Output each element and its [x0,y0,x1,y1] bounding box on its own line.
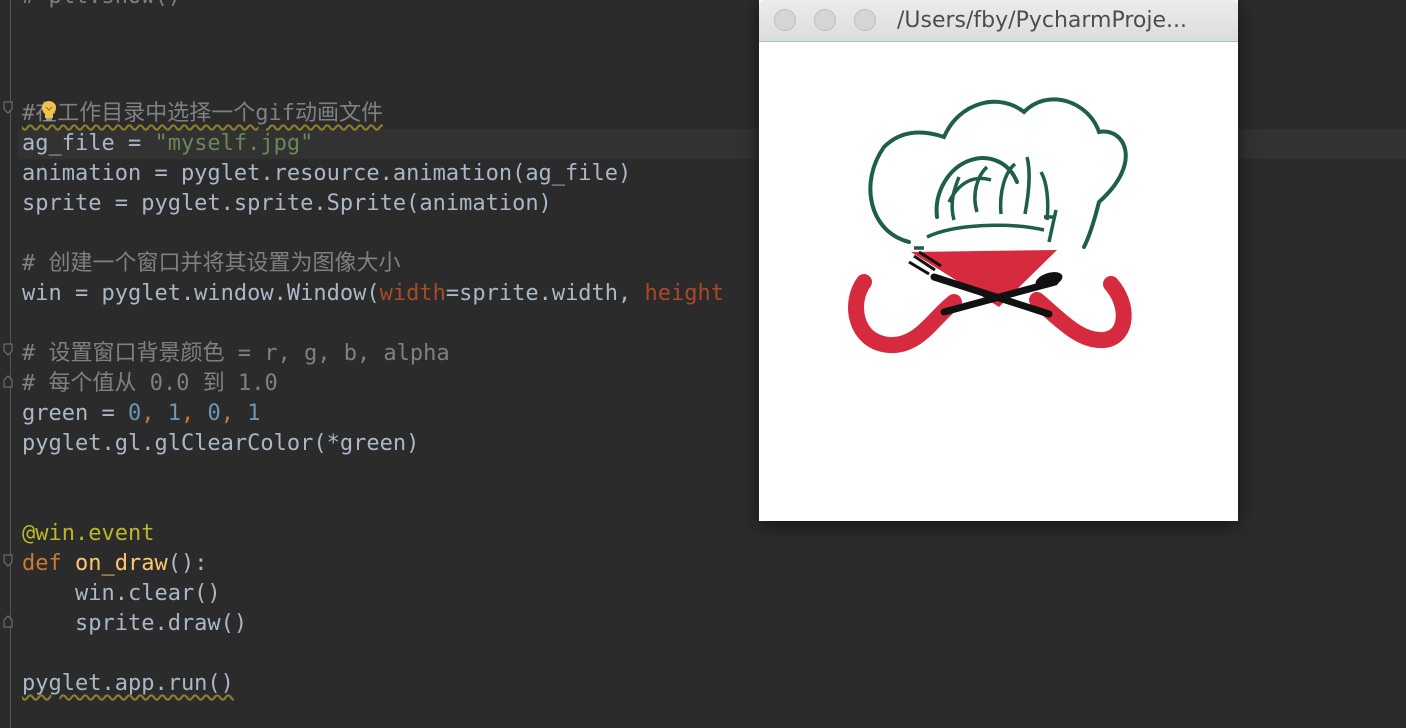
code-line[interactable]: # plt.show() [22,0,181,12]
fold-marker-icon[interactable] [3,101,13,115]
window-canvas[interactable] [759,42,1238,521]
number-literal: 1 [167,401,181,426]
keyword: def [22,551,75,576]
pyglet-window[interactable]: /Users/fby/PycharmProje... [759,0,1238,521]
code-line[interactable]: win.clear() [22,579,221,609]
fold-marker-icon[interactable] [3,343,13,357]
code-line[interactable]: def on_draw(): [22,549,207,579]
separator: , [180,401,208,426]
comment-text: # plt.show() [22,0,181,9]
code-line[interactable]: @win.event [22,519,154,549]
separator: , [141,401,168,426]
code-line[interactable]: ag_file = "myself.jpg" [22,129,313,159]
string-literal: "myself.jpg" [154,131,314,156]
code-line[interactable]: # 创建一个窗口并将其设置为图像大小 [22,249,401,279]
keyword-arg: height [644,281,725,306]
close-button[interactable] [774,9,796,31]
code-text: sprite = pyglet.sprite.Sprite(animation) [22,191,552,216]
code-text: ag_file = [22,131,155,156]
code-line[interactable]: pyglet.gl.glClearColor(*green) [22,429,419,459]
code-line[interactable]: green = 0, 1, 0, 1 [22,399,260,429]
window-titlebar[interactable]: /Users/fby/PycharmProje... [759,0,1238,42]
code-line[interactable]: # 设置窗口背景颜色 = r, g, b, alpha [22,339,450,369]
code-text: sprite.draw() [22,611,248,636]
comment-text: #在工作目录中选择一个gif动画文件 [22,101,383,126]
window-title: /Users/fby/PycharmProje... [897,8,1187,33]
fold-marker-icon[interactable] [3,554,13,568]
code-text: pyglet.app.run() [22,671,234,696]
number-literal: 0 [127,401,142,426]
code-line[interactable]: #在工作目录中选择一个gif动画文件 [22,99,383,129]
separator: , [220,401,248,426]
code-text: =sprite.width, [445,281,645,306]
code-text: win.clear() [22,581,221,606]
function-name: on_draw [74,551,168,576]
minimize-button[interactable] [814,9,836,31]
code-text: animation = pyglet.resource.animation(ag… [22,161,632,186]
code-line[interactable]: sprite.draw() [22,609,247,639]
code-text: (): [167,551,208,576]
code-text: green = [22,401,128,426]
zoom-button[interactable] [854,9,876,31]
chef-hat-logo [848,97,1132,354]
fold-marker-icon[interactable] [3,374,13,388]
code-line[interactable]: win = pyglet.window.Window(width=sprite.… [22,279,724,309]
number-literal: 1 [247,401,261,426]
comment-text: # 设置窗口背景颜色 = r, g, b, alpha [22,341,450,366]
code-text: pyglet.gl.glClearColor(*green) [22,431,420,456]
editor-gutter [0,0,18,728]
fold-marker-icon[interactable] [3,614,13,628]
number-literal: 0 [207,401,221,426]
code-line[interactable]: # 每个值从 0.0 到 1.0 [22,369,278,399]
code-line[interactable]: pyglet.app.run() [22,669,234,699]
decorator-text: @win.event [22,521,155,546]
lightbulb-icon[interactable] [40,100,58,122]
code-line[interactable]: sprite = pyglet.sprite.Sprite(animation) [22,189,552,219]
comment-text: # 创建一个窗口并将其设置为图像大小 [22,251,401,276]
keyword-arg: width [379,281,446,306]
code-text: win = pyglet.window.Window( [22,281,380,306]
code-line[interactable]: animation = pyglet.resource.animation(ag… [22,159,631,189]
comment-text: # 每个值从 0.0 到 1.0 [22,371,278,396]
